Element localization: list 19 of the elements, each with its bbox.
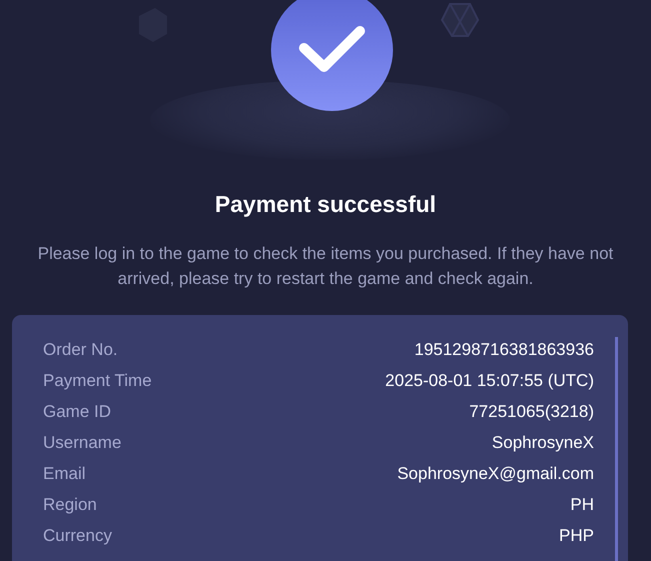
detail-label: Email	[43, 464, 86, 484]
detail-value: PHP	[559, 526, 594, 546]
gem-icon	[440, 0, 480, 40]
detail-label: Game ID	[43, 402, 112, 422]
title: Payment successful	[214, 191, 436, 219]
detail-label: Payment Time	[43, 371, 152, 392]
detail-value: 1951298716381863936	[414, 340, 594, 360]
detail-value: 77251065(3218)	[469, 402, 594, 422]
success-check-icon	[270, 0, 394, 112]
detail-label: Username	[43, 433, 122, 454]
detail-value: PH	[570, 495, 594, 516]
detail-label: Order No.	[43, 340, 118, 360]
detail-value: SophrosyneX@gmail.com	[397, 464, 594, 484]
detail-value: 2025-08-01 15:07:55 (UTC)	[385, 371, 594, 392]
detail-value: SophrosyneX	[492, 433, 594, 454]
detail-label: Currency	[43, 526, 112, 546]
detail-label: Region	[43, 495, 97, 516]
message: Please log in to the game to check the items you purchased. If they have not arrived, please try to restart the game and check again.	[36, 242, 614, 290]
scrollbar[interactable]	[615, 336, 618, 561]
